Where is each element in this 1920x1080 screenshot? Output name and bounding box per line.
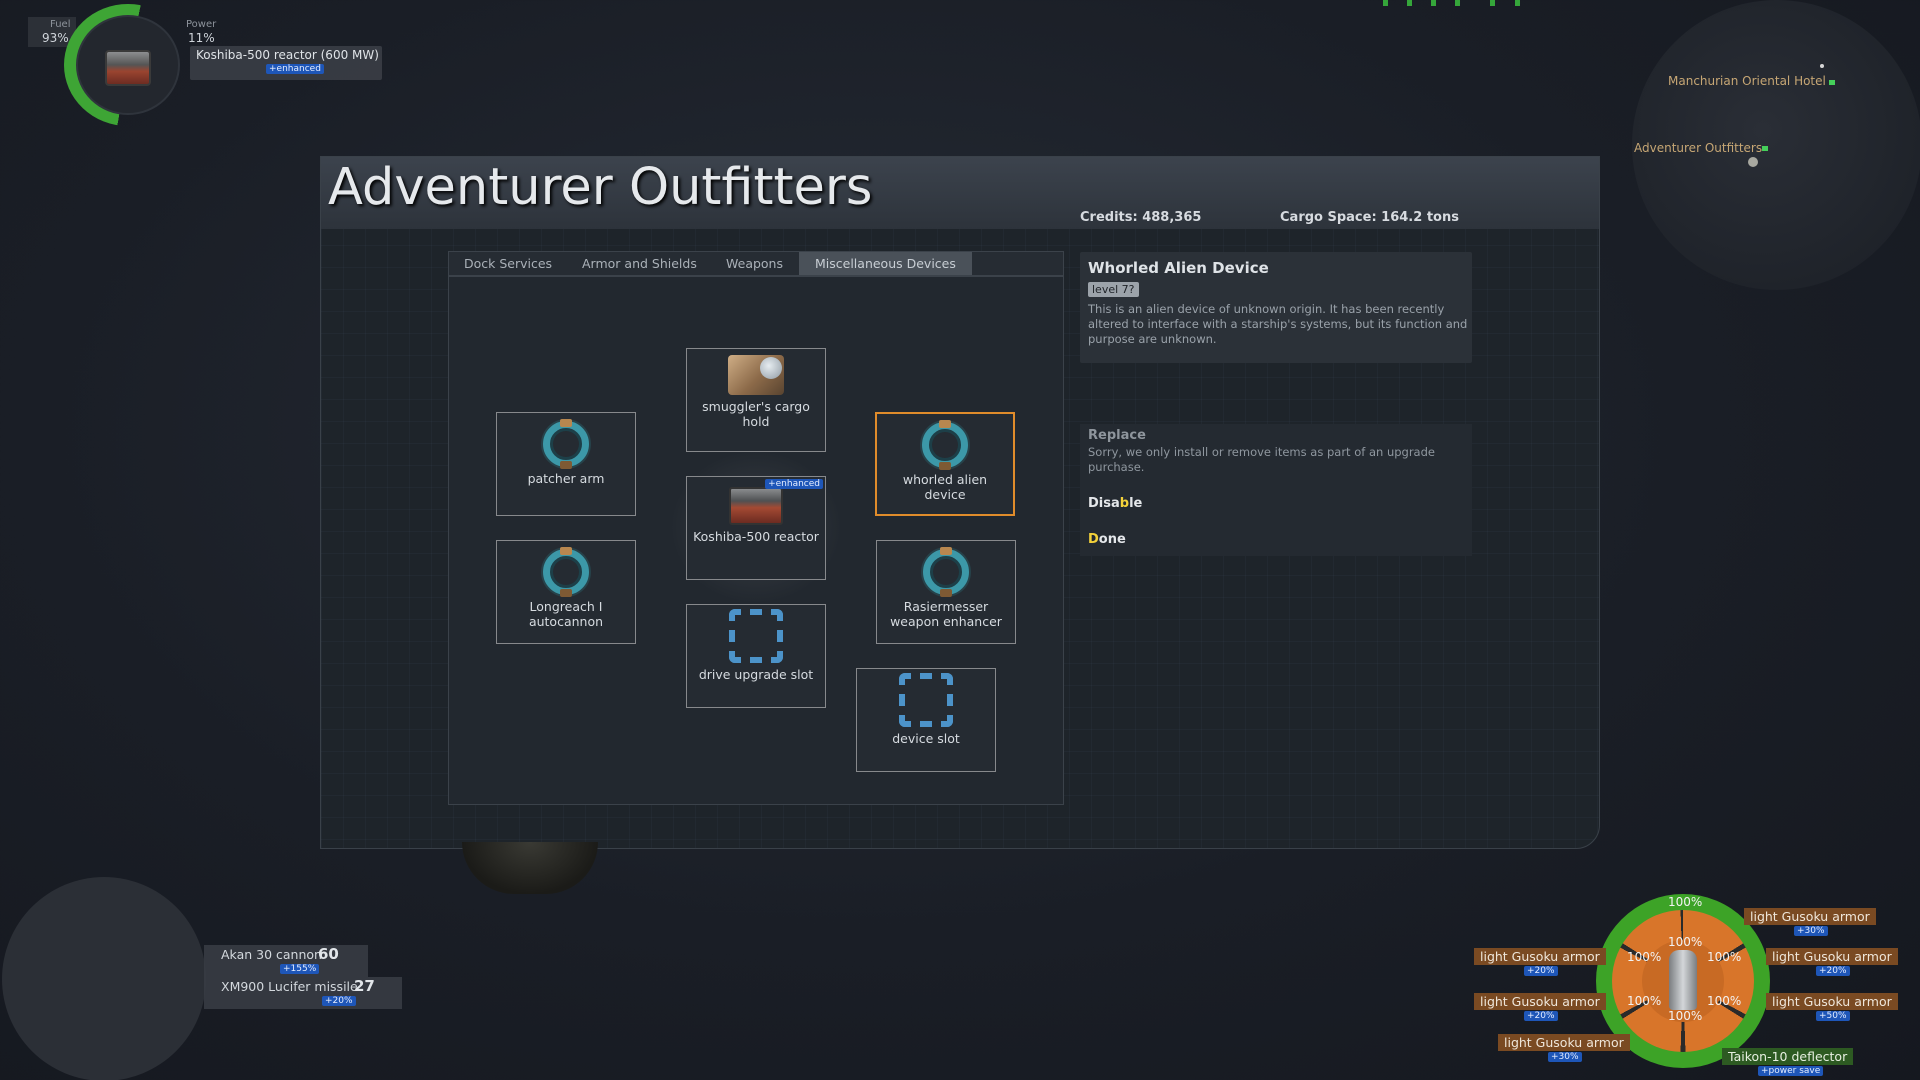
hud-marker xyxy=(1431,0,1436,6)
armor-percent: 100% xyxy=(1627,950,1662,964)
slot-label: Longreach I autocannon xyxy=(528,599,604,629)
weapons-radar xyxy=(2,877,206,1080)
replace-label: Replace xyxy=(1088,428,1146,443)
armor-bonus-badge: +30% xyxy=(1794,926,1828,936)
ship-icon xyxy=(1669,950,1697,1010)
weapon-name: XM900 Lucifer missile xyxy=(221,979,358,994)
disable-button[interactable]: Disable xyxy=(1088,496,1142,511)
armor-percent: 100% xyxy=(1627,994,1662,1008)
reactor-name: Koshiba-500 reactor (600 MW) xyxy=(196,48,379,62)
armor-bonus-badge: +20% xyxy=(1816,966,1850,976)
alien-ring-icon xyxy=(923,547,969,597)
panel-title: Adventurer Outfitters xyxy=(328,158,873,217)
slot-longreach-autocannon[interactable]: Longreach I autocannon xyxy=(496,540,636,644)
armor-bonus-badge: +50% xyxy=(1816,1011,1850,1021)
done-text: one xyxy=(1098,532,1126,547)
item-description: This is an alien device of unknown origi… xyxy=(1088,302,1468,346)
minimap-label-hotel[interactable]: Manchurian Oriental Hotel xyxy=(1668,74,1826,88)
empty-slot-icon xyxy=(899,673,953,727)
slot-label: patcher arm xyxy=(527,471,605,486)
slot-device[interactable]: device slot xyxy=(856,668,996,772)
hud-marker xyxy=(1515,0,1520,6)
deflector-badge: +power save xyxy=(1758,1066,1824,1076)
slot-label: Koshiba-500 reactor xyxy=(693,529,819,544)
fuel-value: 93% xyxy=(42,31,69,45)
minimap-station-dot xyxy=(1820,64,1824,68)
armor-bonus-badge: +30% xyxy=(1548,1052,1582,1062)
slot-label: drive upgrade slot xyxy=(698,667,814,682)
armor-percent: 100% xyxy=(1707,994,1742,1008)
hud-marker xyxy=(1455,0,1460,6)
done-hotkey: D xyxy=(1088,532,1099,547)
slot-label: whorled alien device xyxy=(902,472,988,502)
hud-marker xyxy=(1490,0,1495,6)
armor-label-top: light Gusoku armor xyxy=(1744,908,1876,925)
fuel-label: Fuel xyxy=(50,19,71,30)
empty-slot-icon xyxy=(729,609,783,663)
enhanced-badge: +enhanced xyxy=(765,479,823,489)
cargo-crate-icon xyxy=(728,355,784,395)
armor-percent: 100% xyxy=(1707,950,1742,964)
minimap-player-marker xyxy=(1762,146,1768,151)
credits: Credits: 488,365 xyxy=(1080,210,1202,225)
item-level-tag: level 7? xyxy=(1088,282,1139,297)
reactor-icon xyxy=(105,50,151,86)
deflector-label: Taikon-10 deflector xyxy=(1722,1048,1854,1065)
slot-label: device slot xyxy=(892,731,960,746)
slot-label: smuggler's cargo hold xyxy=(702,399,810,429)
slot-whorled-alien-device[interactable]: whorled alien device xyxy=(875,412,1015,516)
armor-percent: 100% xyxy=(1668,1009,1703,1023)
weapon-bonus-badge: +155% xyxy=(280,964,320,974)
minimap-planet-dot xyxy=(1748,157,1758,167)
armor-label-upper-left: light Gusoku armor xyxy=(1474,948,1606,965)
slot-rasiermesser-weapon-enhancer[interactable]: Rasiermesser weapon enhancer xyxy=(876,540,1016,644)
weapon-name: Akan 30 cannon xyxy=(221,947,322,962)
armor-label-bottom: light Gusoku armor xyxy=(1498,1034,1630,1051)
weapon-bonus-badge: +20% xyxy=(322,996,356,1006)
shield-percent: 100% xyxy=(1668,895,1703,909)
armor-label-lower-right: light Gusoku armor xyxy=(1766,993,1898,1010)
armor-percent: 100% xyxy=(1668,935,1703,949)
replace-description: Sorry, we only install or remove items a… xyxy=(1088,445,1435,474)
armor-bonus-badge: +20% xyxy=(1524,966,1558,976)
tab-miscellaneous-devices[interactable]: Miscellaneous Devices xyxy=(799,252,972,275)
power-value: 11% xyxy=(188,31,215,45)
alien-ring-icon xyxy=(543,419,589,469)
reactor-enhanced-badge: +enhanced xyxy=(266,64,324,74)
slot-smugglers-cargo-hold[interactable]: smuggler's cargo hold xyxy=(686,348,826,452)
minimap-label-outfitters[interactable]: Adventurer Outfitters xyxy=(1634,141,1762,155)
minimap-player-marker xyxy=(1829,80,1835,85)
alien-ring-icon xyxy=(922,420,968,470)
item-title: Whorled Alien Device xyxy=(1088,259,1269,277)
hud-marker xyxy=(1407,0,1412,6)
tab-dock-services[interactable]: Dock Services xyxy=(464,252,552,275)
power-label: Power xyxy=(186,19,217,30)
slot-koshiba-500-reactor[interactable]: +enhanced Koshiba-500 reactor xyxy=(686,476,826,580)
hud-marker xyxy=(1383,0,1388,6)
weapon-ammo: 60 xyxy=(318,945,339,963)
action-box xyxy=(1080,424,1472,556)
armor-bonus-badge: +20% xyxy=(1524,1011,1558,1021)
reactor-icon xyxy=(729,487,783,525)
disable-text-a: Disa xyxy=(1088,496,1120,511)
cargo-space: Cargo Space: 164.2 tons xyxy=(1280,210,1459,225)
done-button[interactable]: Done xyxy=(1088,532,1126,547)
weapon-ammo: 27 xyxy=(354,977,375,995)
armor-label-upper-right: light Gusoku armor xyxy=(1766,948,1898,965)
disable-hotkey: b xyxy=(1119,496,1130,511)
slot-patcher-arm[interactable]: patcher arm xyxy=(496,412,636,516)
alien-ring-icon xyxy=(543,547,589,597)
disable-text-b: le xyxy=(1129,496,1143,511)
tab-weapons[interactable]: Weapons xyxy=(726,252,783,275)
planet xyxy=(462,842,598,894)
armor-label-lower-left: light Gusoku armor xyxy=(1474,993,1606,1010)
slot-label: Rasiermesser weapon enhancer xyxy=(890,599,1002,629)
tab-armor-and-shields[interactable]: Armor and Shields xyxy=(582,252,697,275)
slot-drive-upgrade[interactable]: drive upgrade slot xyxy=(686,604,826,708)
